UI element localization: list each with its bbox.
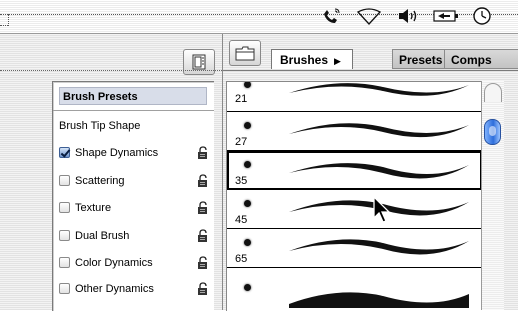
brush-tip-dot — [244, 82, 251, 88]
dual-brush-option[interactable]: Dual Brush — [59, 227, 209, 245]
texture-label: Texture — [75, 202, 112, 214]
brush-row-selected[interactable]: 35 — [227, 151, 482, 190]
brush-stroke-preview — [289, 123, 469, 138]
brush-stroke-preview — [289, 163, 469, 179]
brush-stroke-preview — [289, 239, 469, 255]
mouse-pointer-icon — [372, 195, 394, 230]
tab-presets[interactable]: Presets — [392, 49, 452, 69]
tab-comps-label: Comps — [451, 53, 492, 67]
menubar-dotted-line-vertical — [8, 14, 9, 26]
brush-stroke-preview — [289, 292, 469, 308]
brush-tip-shape-item[interactable]: Brush Tip Shape — [59, 117, 209, 135]
lock-icon[interactable] — [197, 146, 210, 166]
tab-baseline — [223, 70, 518, 71]
brush-size: 35 — [235, 175, 248, 187]
lock-icon[interactable] — [197, 174, 210, 194]
brush-row[interactable]: 21 — [227, 82, 482, 112]
texture-checkbox[interactable] — [59, 202, 70, 213]
brush-tip-dot — [244, 161, 251, 168]
brush-tip-dot — [244, 122, 251, 129]
lock-icon[interactable] — [197, 229, 210, 249]
brush-size: 45 — [235, 214, 248, 226]
brushes-palette: Presets Comps Brushes ▶ 21 27 35 45 65 — [222, 34, 518, 311]
brush-stroke-preview — [289, 83, 469, 96]
clock-icon[interactable] — [470, 4, 494, 28]
dual-brush-checkbox[interactable] — [59, 230, 70, 241]
palette-icon — [192, 54, 206, 70]
brush-tip-dot — [244, 200, 251, 207]
brush-size: 65 — [235, 253, 248, 265]
list-divider — [53, 110, 214, 111]
scroll-thumb[interactable] — [484, 119, 501, 145]
menubar — [0, 0, 518, 34]
shape-dynamics-checkbox[interactable] — [59, 147, 70, 158]
airport-icon[interactable] — [355, 4, 383, 28]
lock-icon[interactable] — [197, 201, 210, 221]
scroll-up-cap[interactable] — [484, 83, 502, 102]
scattering-option[interactable]: Scattering — [59, 172, 209, 190]
brush-tip-dot — [244, 239, 251, 246]
other-dynamics-label: Other Dynamics — [75, 283, 154, 295]
brush-row[interactable]: 27 — [227, 112, 482, 151]
color-dynamics-checkbox[interactable] — [59, 257, 70, 268]
menubar-dotted-line-corner — [0, 25, 8, 26]
scattering-checkbox[interactable] — [59, 175, 70, 186]
brush-presets-item[interactable]: Brush Presets — [59, 87, 207, 105]
texture-option[interactable]: Texture — [59, 199, 209, 217]
scattering-label: Scattering — [75, 175, 125, 187]
lock-icon[interactable] — [197, 256, 210, 276]
brush-size: 27 — [235, 136, 248, 148]
tab-comps[interactable]: Comps — [444, 49, 518, 69]
brush-preset-list: 21 27 35 45 65 — [226, 81, 482, 311]
color-dynamics-label: Color Dynamics — [75, 257, 153, 269]
tab-brushes[interactable]: Brushes ▶ — [271, 49, 353, 69]
tab-menu-arrow-icon[interactable]: ▶ — [334, 51, 341, 71]
tab-brushes-label: Brushes — [280, 53, 329, 67]
toolbar-divider — [0, 70, 222, 71]
brush-row-partial[interactable] — [227, 268, 482, 308]
volume-icon[interactable] — [396, 4, 420, 28]
brush-row[interactable]: 45 — [227, 190, 482, 229]
folder-icon — [235, 46, 255, 61]
brush-options-list: Brush Presets Brush Tip Shape Shape Dyna… — [52, 81, 214, 311]
shape-dynamics-label: Shape Dynamics — [75, 147, 159, 159]
brush-tip-shape-label: Brush Tip Shape — [59, 120, 141, 132]
lock-icon[interactable] — [197, 282, 210, 302]
other-dynamics-checkbox[interactable] — [59, 283, 70, 294]
tab-presets-label: Presets — [399, 53, 443, 67]
other-dynamics-option[interactable]: Other Dynamics — [59, 280, 209, 298]
dual-brush-label: Dual Brush — [75, 230, 130, 242]
brush-size: 21 — [235, 93, 248, 105]
vertical-scrollbar[interactable] — [481, 81, 504, 310]
color-dynamics-option[interactable]: Color Dynamics — [59, 254, 209, 272]
battery-icon[interactable] — [431, 4, 461, 28]
brush-row[interactable]: 65 — [227, 229, 482, 268]
brush-tool-button[interactable] — [229, 40, 261, 66]
phone-icon[interactable] — [318, 4, 344, 28]
brush-tip-dot — [244, 284, 251, 291]
palette-toggle-button[interactable] — [183, 49, 215, 75]
shape-dynamics-option[interactable]: Shape Dynamics — [59, 144, 209, 162]
